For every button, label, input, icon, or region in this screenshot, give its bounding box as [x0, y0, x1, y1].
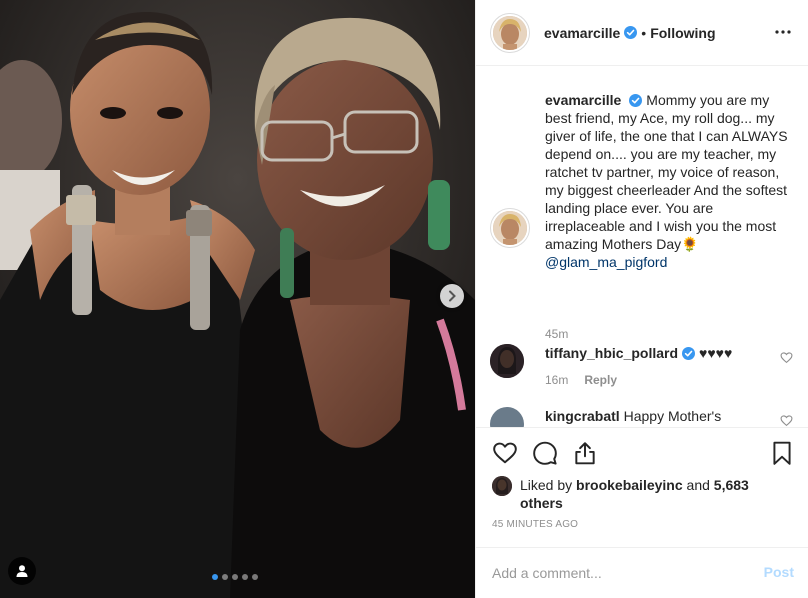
comment-meta: 16m Reply: [545, 373, 617, 387]
carousel-dot: [222, 574, 228, 580]
comment-text: tiffany_hbic_pollard ♥♥♥♥: [545, 344, 765, 362]
action-icons: [492, 440, 598, 466]
avatar-image: [493, 15, 527, 50]
caption-text: evamarcille Mommy you are my best friend,…: [545, 91, 789, 271]
separator-dot: •: [641, 24, 647, 41]
likes-and: and: [686, 477, 710, 493]
caption-body: Mommy you are my best friend, my Ace, my…: [545, 92, 788, 252]
likes-text: Liked by brookebaileyinc and 5,683 other…: [520, 476, 750, 512]
more-options-icon[interactable]: [773, 22, 793, 42]
header-text: evamarcille • Following: [544, 25, 716, 41]
commenter-username[interactable]: tiffany_hbic_pollard: [545, 345, 678, 361]
liker-avatar[interactable]: [492, 476, 512, 496]
tagged-people-button[interactable]: [8, 557, 36, 585]
likes-summary: Liked by brookebaileyinc and 5,683 other…: [492, 476, 750, 512]
comment-body: ♥♥♥♥: [699, 345, 733, 361]
verified-badge-icon: [682, 347, 696, 360]
carousel-dot: [252, 574, 258, 580]
caption-mention-link[interactable]: @glam_ma_pigford: [545, 254, 667, 270]
carousel-dot: [212, 574, 218, 580]
photo-two-women: [0, 0, 475, 598]
reply-button[interactable]: Reply: [584, 373, 617, 387]
post-comment-button[interactable]: Post: [764, 564, 794, 580]
comment-timestamp[interactable]: 16m: [545, 373, 568, 387]
carousel-indicator: [212, 574, 258, 580]
post-timestamp[interactable]: 45 MINUTES AGO: [492, 519, 578, 530]
commenter-avatar[interactable]: [490, 407, 524, 427]
like-heart-icon[interactable]: [492, 440, 518, 466]
caption-username[interactable]: evamarcille: [545, 92, 621, 108]
next-photo-button[interactable]: [440, 284, 464, 308]
caption-timestamp[interactable]: 45m: [545, 327, 568, 341]
avatar-image: [493, 211, 527, 245]
post-details-panel: evamarcille • Following evamarcille Momm…: [475, 0, 808, 598]
avatar-portrait: [492, 476, 512, 496]
comment-body: Happy Mother's: [623, 408, 722, 424]
author-username[interactable]: evamarcille: [544, 25, 620, 41]
avatar-portrait: [490, 344, 524, 378]
chevron-right-icon: [449, 290, 456, 302]
person-icon: [16, 565, 28, 577]
share-icon[interactable]: [572, 440, 598, 466]
post-actions: Liked by brookebaileyinc and 5,683 other…: [476, 427, 808, 598]
avatar-portrait: [493, 211, 527, 245]
following-button[interactable]: Following: [650, 25, 715, 41]
post-photo[interactable]: [0, 0, 475, 598]
instagram-post-view: evamarcille • Following evamarcille Momm…: [0, 0, 808, 598]
avatar-portrait: [493, 15, 527, 50]
verified-badge-icon: [624, 26, 638, 39]
carousel-dot: [232, 574, 238, 580]
like-comment-heart-icon[interactable]: [780, 351, 793, 364]
comments-list[interactable]: evamarcille Mommy you are my best friend,…: [476, 67, 808, 427]
liker-username[interactable]: brookebaileyinc: [576, 477, 683, 493]
commenter-avatar[interactable]: [490, 344, 524, 378]
comment-input[interactable]: [492, 562, 742, 584]
save-bookmark-icon[interactable]: [769, 440, 795, 466]
likes-prefix: Liked by: [520, 477, 573, 493]
like-comment-heart-icon[interactable]: [780, 414, 793, 427]
post-header: evamarcille • Following: [476, 0, 808, 66]
add-comment-bar: Post: [476, 547, 808, 598]
verified-badge-icon: [629, 94, 643, 107]
author-avatar[interactable]: [490, 12, 530, 53]
commenter-username[interactable]: kingcrabatl: [545, 408, 620, 424]
carousel-dot: [242, 574, 248, 580]
comment-text: kingcrabatl Happy Mother's: [545, 407, 765, 425]
comment-bubble-icon[interactable]: [532, 440, 558, 466]
caption-author-avatar[interactable]: [490, 208, 530, 248]
